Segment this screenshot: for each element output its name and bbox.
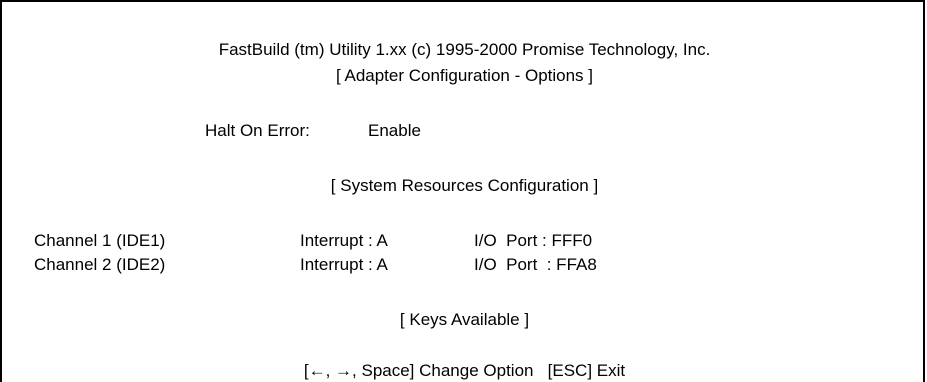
keys-available-heading: [ Keys Available ]: [399, 310, 530, 329]
screen-subtitle: [ Adapter Configuration - Options ]: [335, 66, 594, 85]
channel-interrupt: Interrupt : A: [300, 231, 388, 250]
channel-name: Channel 1 (IDE1): [34, 231, 166, 250]
utility-title: FastBuild (tm) Utility 1.xx (c) 1995-200…: [218, 40, 711, 59]
bios-screen-frame: FastBuild (tm) Utility 1.xx (c) 1995-200…: [0, 0, 925, 382]
channel-io-port: I/O Port : FFF0: [474, 231, 593, 250]
channel-name: Channel 2 (IDE2): [34, 255, 166, 274]
keys-help-line: [←, →, Space] Change Option [ESC] Exit: [303, 361, 626, 380]
system-resources-heading: [ System Resources Configuration ]: [330, 176, 599, 195]
channel-interrupt: Interrupt : A: [300, 255, 388, 274]
channel-io-port: I/O Port : FFA8: [474, 255, 597, 274]
halt-on-error-value[interactable]: Enable: [368, 121, 421, 141]
halt-on-error-label: Halt On Error:: [205, 121, 310, 140]
